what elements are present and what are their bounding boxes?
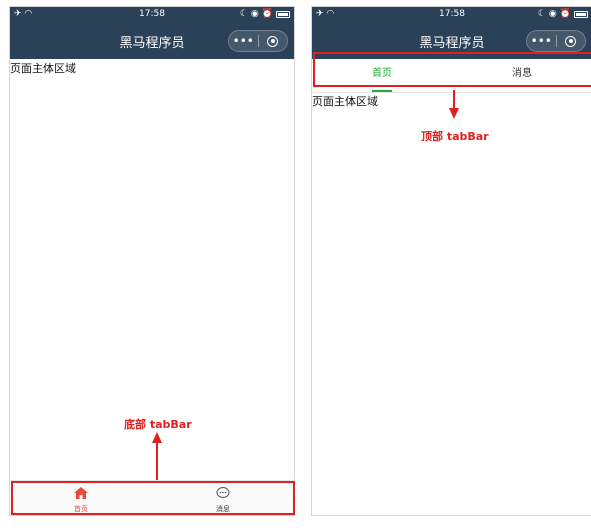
lock-icon: ◉ — [250, 9, 259, 19]
active-tab-indicator — [372, 90, 392, 92]
bottom-tabbar-highlight — [11, 481, 295, 515]
up-arrow-icon — [152, 432, 162, 480]
capsule-menu: ••• — [228, 30, 288, 52]
target-icon — [565, 35, 577, 47]
status-icons: ☾ ◉ ⏰ — [538, 9, 588, 19]
alarm-icon: ⏰ — [261, 9, 273, 19]
moon-icon: ☾ — [537, 9, 546, 19]
navigation-bar: 黑马程序员 ••• — [10, 23, 294, 59]
lock-icon: ◉ — [548, 9, 557, 19]
top-tabbar-annotation: 顶部 tabBar — [421, 130, 489, 143]
close-button[interactable] — [557, 35, 586, 47]
main-content-text: 页面主体区域 — [312, 95, 378, 108]
more-button[interactable]: ••• — [229, 34, 258, 48]
battery-icon — [574, 10, 588, 18]
close-button[interactable] — [259, 35, 288, 47]
battery-icon — [276, 10, 290, 18]
status-bar: ✈ ◠ 17:58 ☾ ◉ ⏰ — [312, 7, 591, 23]
alarm-icon: ⏰ — [559, 9, 571, 19]
status-icons: ☾ ◉ ⏰ — [240, 9, 290, 19]
down-arrow-icon — [449, 90, 459, 119]
top-tabbar-highlight — [313, 52, 591, 87]
capsule-menu: ••• — [526, 30, 586, 52]
main-content-text: 页面主体区域 — [10, 62, 76, 75]
more-button[interactable]: ••• — [527, 34, 556, 48]
target-icon — [267, 35, 279, 47]
bottom-tabbar-annotation: 底部 tabBar — [124, 418, 192, 431]
moon-icon: ☾ — [239, 9, 248, 19]
status-bar: ✈ ◠ 17:58 ☾ ◉ ⏰ — [10, 7, 294, 23]
